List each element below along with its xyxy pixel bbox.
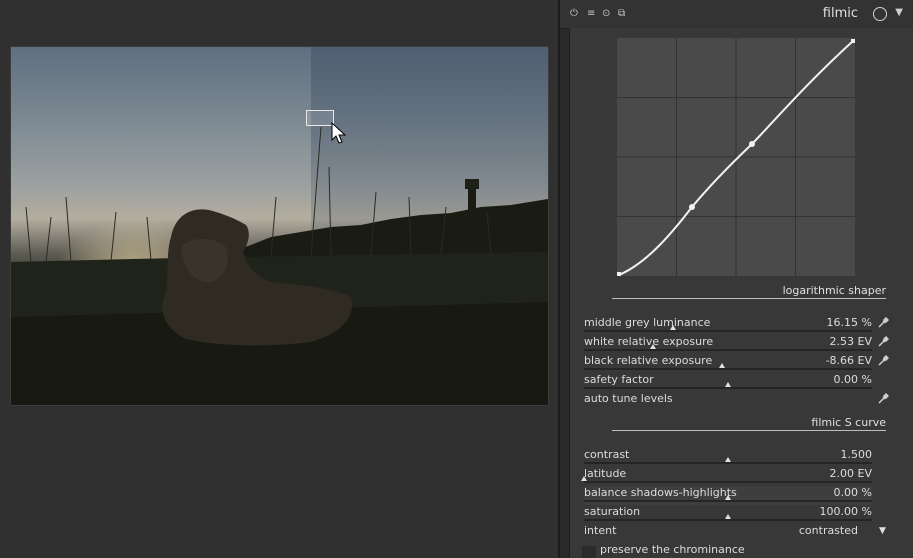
photo-preview[interactable]: [10, 46, 549, 406]
safety-factor-track[interactable]: [584, 387, 872, 389]
photo-scene: [11, 126, 548, 405]
middle-grey-luminance-handle[interactable]: [670, 325, 677, 330]
balance-shadows-highlights-label: balance shadows-highlights: [584, 486, 737, 499]
slider-balance-shadows-highlights[interactable]: balance shadows-highlights 0.00 %: [584, 486, 872, 505]
intent-label: intent: [584, 524, 617, 537]
slider-contrast[interactable]: contrast 1.500: [584, 448, 872, 467]
presets-icon[interactable]: [873, 7, 887, 21]
white-relative-exposure-handle[interactable]: [650, 344, 657, 349]
white-relative-exposure-track[interactable]: [584, 349, 872, 351]
multi-instance-icon[interactable]: ≡: [587, 8, 595, 20]
slider-intent[interactable]: intent contrasted: [584, 524, 872, 543]
mouse-cursor-icon: [331, 122, 347, 144]
white-relative-exposure-value: 2.53 EV: [829, 335, 872, 348]
middle-grey-luminance-value: 16.15 %: [826, 316, 872, 329]
curve-node-shadows: [689, 204, 695, 210]
contrast-handle[interactable]: [725, 457, 731, 462]
slider-middle-grey-luminance[interactable]: middle grey luminance 16.15 %: [584, 316, 872, 335]
black-relative-exposure-handle[interactable]: [719, 363, 726, 368]
contrast-label: contrast: [584, 448, 630, 461]
black-relative-exposure-track[interactable]: [584, 368, 872, 370]
module-body: logarithmic shaper middle grey luminance…: [569, 28, 913, 558]
safety-factor-handle[interactable]: [725, 382, 731, 387]
color-picker-icon[interactable]: [877, 393, 889, 405]
curve-node-highlights: [749, 141, 755, 147]
latitude-track[interactable]: [584, 481, 872, 483]
saturation-handle[interactable]: [725, 514, 731, 519]
preserve-chrominance-checkbox[interactable]: [582, 546, 596, 558]
latitude-value: 2.00 EV: [829, 467, 872, 480]
slider-white-relative-exposure[interactable]: white relative exposure 2.53 EV: [584, 335, 872, 354]
image-canvas[interactable]: [0, 0, 558, 558]
module-title: filmic: [822, 6, 858, 21]
filmic-curve-graph[interactable]: [617, 38, 857, 278]
white-relative-exposure-label: white relative exposure: [584, 335, 714, 348]
middle-grey-luminance-track[interactable]: [584, 330, 872, 332]
section-logarithmic-shaper: logarithmic shaper: [612, 284, 886, 299]
curve-endpoint-black: [617, 272, 621, 276]
slider-auto-tune-levels[interactable]: auto tune levels: [584, 392, 872, 411]
picker-selection-box[interactable]: [306, 110, 334, 126]
saturation-label: saturation: [584, 505, 641, 518]
slider-saturation[interactable]: saturation 100.00 %: [584, 505, 872, 524]
black-relative-exposure-value: -8.66 EV: [825, 354, 872, 367]
slider-black-relative-exposure[interactable]: black relative exposure -8.66 EV: [584, 354, 872, 373]
balance-shadows-highlights-track[interactable]: [584, 500, 872, 502]
black-relative-exposure-label: black relative exposure: [584, 354, 713, 367]
color-picker-icon[interactable]: [877, 355, 889, 367]
contrast-track[interactable]: [584, 462, 872, 464]
intent-value: contrasted: [798, 524, 858, 537]
latitude-handle[interactable]: [581, 476, 587, 481]
balance-shadows-highlights-handle[interactable]: [725, 495, 731, 500]
saturation-track[interactable]: [584, 519, 872, 521]
preserve-chrominance-label: preserve the chrominance: [600, 543, 745, 556]
balance-shadows-highlights-value: 0.00 %: [833, 486, 872, 499]
power-icon[interactable]: ⏻: [570, 8, 578, 20]
color-picker-icon[interactable]: [877, 336, 889, 348]
collapse-icon[interactable]: ▼: [895, 7, 903, 18]
safety-factor-label: safety factor: [584, 373, 654, 386]
auto-tune-levels-label: auto tune levels: [584, 392, 673, 405]
section-filmic-s-curve: filmic S curve: [612, 416, 886, 431]
saturation-value: 100.00 %: [819, 505, 872, 518]
slider-latitude[interactable]: latitude 2.00 EV: [581, 467, 872, 486]
contrast-value: 1.500: [840, 448, 873, 461]
module-header: ⏻ ≡ ⊙ ⧉ filmic ▼: [560, 0, 913, 29]
intent-dropdown-arrow-icon[interactable]: ▼: [879, 526, 886, 536]
color-picker-icon[interactable]: [877, 317, 889, 329]
slider-safety-factor[interactable]: safety factor 0.00 %: [584, 373, 872, 392]
module-panel: ⏻ ≡ ⊙ ⧉ filmic ▼ logarithmic shaper midd…: [558, 0, 913, 558]
reset-icon[interactable]: ⊙: [602, 8, 610, 20]
curve-endpoint-white: [851, 39, 855, 43]
safety-factor-value: 0.00 %: [833, 373, 872, 386]
latitude-label: latitude: [584, 467, 627, 480]
copy-icon[interactable]: ⧉: [618, 8, 625, 20]
middle-grey-luminance-label: middle grey luminance: [584, 316, 711, 329]
